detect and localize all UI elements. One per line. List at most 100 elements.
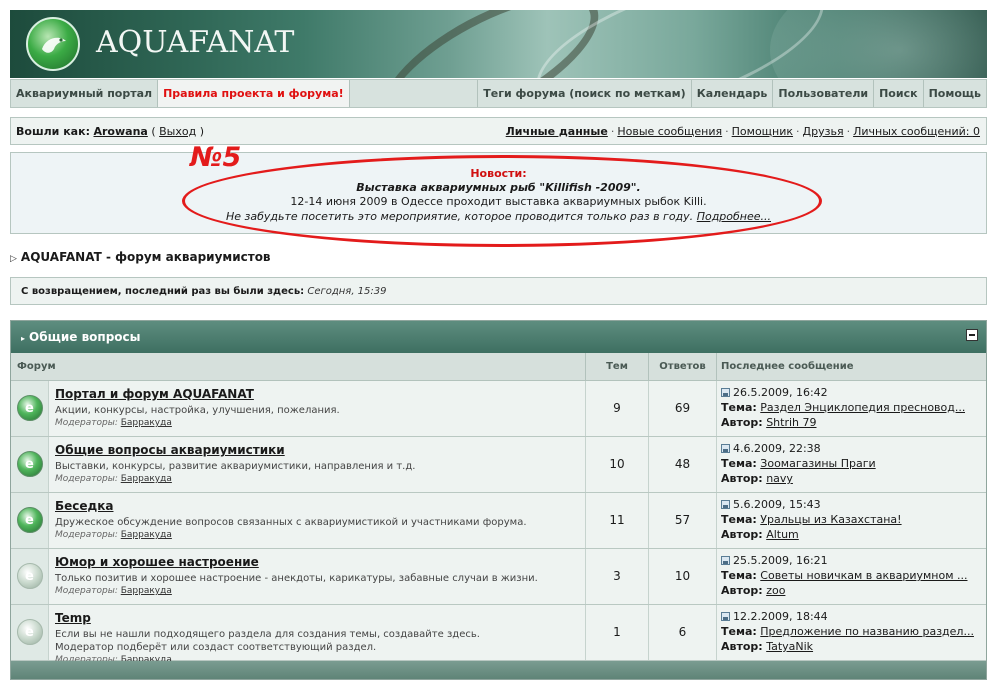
- category-footer: [11, 661, 986, 679]
- last-author-link[interactable]: zoo: [766, 584, 785, 597]
- forum-title-link[interactable]: Беседка: [55, 499, 585, 513]
- logged-as-label: Вошли как:: [16, 125, 90, 138]
- last-topic-link[interactable]: Предложение по названию раздел...: [760, 624, 974, 639]
- col-last-post: Последнее сообщение: [716, 353, 986, 380]
- news-more-link[interactable]: Подробнее...: [697, 210, 771, 223]
- new-posts-link[interactable]: Новые сообщения: [617, 125, 722, 138]
- site-logo-text[interactable]: AQUAFANAT: [96, 25, 294, 60]
- last-visit-time: Сегодня, 15:39: [307, 286, 387, 297]
- forum-title-link[interactable]: Юмор и хорошее настроение: [55, 555, 585, 569]
- forum-row: e Юмор и хорошее настроение Только позитив…: [11, 549, 986, 605]
- last-topic-link[interactable]: Уральцы из Казахстана!: [760, 512, 901, 527]
- separator: ·: [846, 125, 851, 138]
- assistant-link[interactable]: Помощник: [732, 125, 793, 138]
- last-author-link[interactable]: Shtrih 79: [766, 416, 816, 429]
- forum-category: ▸ Общие вопросы Форум Тем Ответов Последн…: [10, 320, 987, 680]
- last-topic-link[interactable]: Советы новичкам в аквариумном ...: [760, 568, 967, 583]
- replies-count: 69: [648, 381, 716, 436]
- category-title[interactable]: ▸ Общие вопросы: [21, 330, 141, 344]
- new-posts-icon[interactable]: e: [17, 451, 43, 477]
- paren-open: (: [151, 125, 156, 138]
- topics-count: 10: [585, 437, 648, 492]
- forum-description: Акции, конкурсы, настройка, улучшения, п…: [55, 405, 340, 416]
- forum-status: e: [11, 549, 49, 604]
- topic-label: Тема:: [721, 401, 757, 414]
- no-new-posts-icon[interactable]: e: [17, 619, 43, 645]
- nav-users[interactable]: Пользователи: [773, 80, 875, 107]
- separator: ·: [610, 125, 615, 138]
- category-title-text: Общие вопросы: [29, 330, 141, 344]
- my-profile-link[interactable]: Личные данные: [506, 125, 608, 138]
- author-label: Автор:: [721, 528, 763, 541]
- topics-count: 1: [585, 605, 648, 660]
- forum-row: e Беседка Дружеское обсуждение вопросов св…: [11, 493, 986, 549]
- annotation-label: №5: [190, 142, 242, 173]
- news-line-1: 12-14 июня 2009 в Одессе проходит выстав…: [290, 195, 707, 208]
- user-bar: Вошли как: Arowana ( Выход ) Личные данн…: [10, 117, 987, 145]
- forum-status: e: [11, 493, 49, 548]
- forum-moderators: Модераторы: Барракуда: [55, 586, 585, 596]
- new-posts-icon[interactable]: e: [17, 507, 43, 533]
- friends-link[interactable]: Друзья: [803, 125, 844, 138]
- last-post: 26.5.2009, 16:42 Тема: Раздел Энциклопеди…: [716, 381, 986, 436]
- last-post-icon[interactable]: [721, 612, 730, 621]
- nav-tags[interactable]: Теги форума (поиск по меткам): [478, 80, 692, 107]
- welcome-text: С возвращением, последний раз вы были зд…: [21, 286, 387, 297]
- replies-count: 57: [648, 493, 716, 548]
- collapse-icon[interactable]: [966, 329, 978, 341]
- new-posts-icon[interactable]: e: [17, 395, 43, 421]
- replies-count: 6: [648, 605, 716, 660]
- last-topic-link[interactable]: Раздел Энциклопедия пресновод...: [760, 400, 965, 415]
- news-title: Новости:: [470, 167, 527, 180]
- forum-info: Общие вопросы аквариумистики Выставки, ко…: [49, 437, 585, 492]
- paren-close: ): [199, 125, 204, 138]
- last-post: 4.6.2009, 22:38 Тема: Зоомагазины Праги Ав…: [716, 437, 986, 492]
- topic-label: Тема:: [721, 569, 757, 582]
- moderator-link[interactable]: Барракуда: [121, 586, 172, 596]
- logout-link[interactable]: Выход: [159, 125, 196, 138]
- header-banner: AQUAFANAT: [10, 10, 987, 78]
- last-post-icon[interactable]: [721, 444, 730, 453]
- fish-logo-icon[interactable]: [26, 17, 80, 71]
- last-author-link[interactable]: TatyaNik: [766, 640, 813, 653]
- nav-rules[interactable]: Правила проекта и форума!: [158, 80, 350, 107]
- forum-moderators: Модераторы: Барракуда: [55, 474, 585, 484]
- forum-title-link[interactable]: Temp: [55, 611, 585, 625]
- moderator-link[interactable]: Барракуда: [121, 474, 172, 484]
- forum-status: e: [11, 605, 49, 660]
- username-link[interactable]: Arowana: [93, 125, 147, 138]
- last-author-link[interactable]: Altum: [766, 528, 799, 541]
- last-author-link[interactable]: navy: [766, 472, 793, 485]
- forum-status: e: [11, 437, 49, 492]
- moderators-label: Модераторы:: [55, 418, 118, 428]
- forum-title-link[interactable]: Общие вопросы аквариумистики: [55, 443, 585, 457]
- nav-help[interactable]: Помощь: [924, 80, 986, 107]
- last-post-icon[interactable]: [721, 500, 730, 509]
- forum-status: e: [11, 381, 49, 436]
- last-post: 25.5.2009, 16:21 Тема: Советы новичкам в …: [716, 549, 986, 604]
- last-post-icon[interactable]: [721, 556, 730, 565]
- moderator-link[interactable]: Барракуда: [121, 530, 172, 540]
- news-line-2-text: Не забудьте посетить это мероприятие, ко…: [225, 210, 694, 223]
- no-new-posts-icon[interactable]: e: [17, 563, 43, 589]
- last-post-icon[interactable]: [721, 388, 730, 397]
- forum-title-link[interactable]: Портал и форум AQUAFANAT: [55, 387, 585, 401]
- banner-glow-decoration: [770, 10, 987, 78]
- nav-search[interactable]: Поиск: [874, 80, 924, 107]
- last-post-date: 12.2.2009, 18:44: [733, 610, 828, 623]
- separator: ·: [796, 125, 800, 138]
- private-messages-link[interactable]: Личных сообщений: 0: [853, 125, 980, 138]
- nav-calendar[interactable]: Календарь: [692, 80, 774, 107]
- breadcrumb-arrow-icon: ▷: [10, 254, 17, 264]
- forum-row: e Портал и форум AQUAFANAT Акции, конкурсы…: [11, 381, 986, 437]
- col-topics: Тем: [585, 353, 648, 380]
- moderator-link[interactable]: Барракуда: [121, 418, 172, 428]
- news-event: Выставка аквариумных рыб "Killifish -200…: [356, 181, 641, 194]
- replies-count: 10: [648, 549, 716, 604]
- moderators-label: Модераторы:: [55, 530, 118, 540]
- breadcrumb-title[interactable]: AQUAFANAT - форум аквариумистов: [21, 250, 271, 264]
- last-topic-link[interactable]: Зоомагазины Праги: [760, 456, 875, 471]
- nav-aquarium-portal[interactable]: Аквариумный портал: [11, 80, 159, 107]
- topic-label: Тема:: [721, 457, 757, 470]
- last-post-date: 5.6.2009, 15:43: [733, 498, 821, 511]
